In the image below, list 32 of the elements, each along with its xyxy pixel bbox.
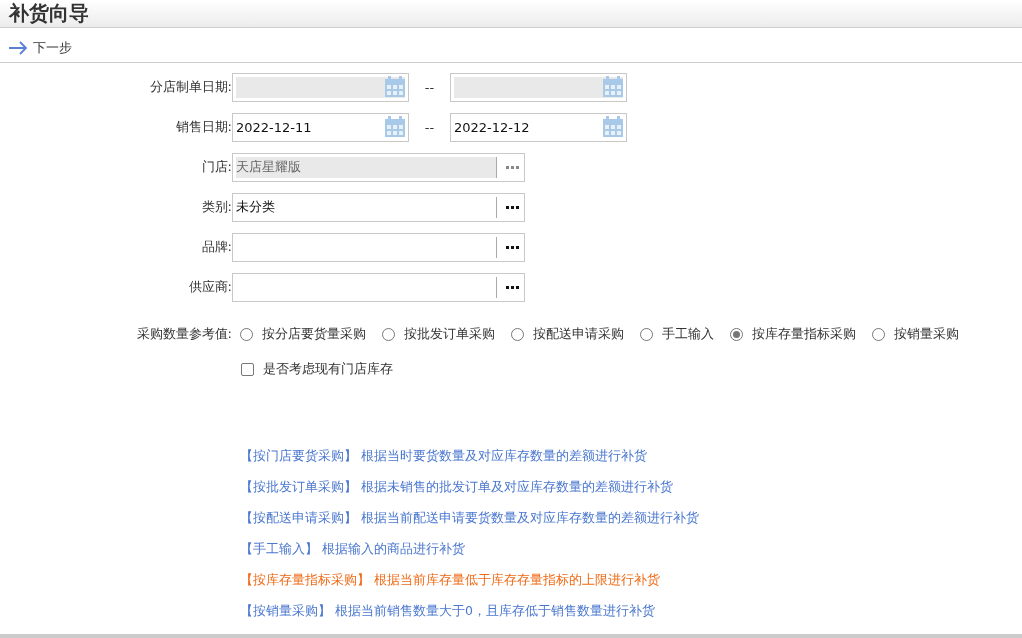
field-label: 供应商: (187, 278, 232, 297)
hint-text: 【按批发订单采购】 根据未销售的批发订单及对应库存数量的差额进行补货 (240, 479, 674, 497)
hint-text: 【按销量采购】 根据当前销售数量大于0，且库存低于销售数量进行补货 (240, 603, 656, 621)
radio-option[interactable]: 按批发订单采购 (382, 325, 495, 344)
date-field[interactable]: 2022-12-12 (450, 112, 627, 142)
hint-text: 【按门店要货采购】 根据当时要货数量及对应库存数量的差额进行补货 (240, 448, 648, 466)
hint-text: 【按配送申请采购】 根据当前配送申请要货数量及对应库存数量的差额进行补货 (240, 510, 700, 528)
field-label: 销售日期: (174, 118, 232, 137)
radio-option[interactable]: 手工输入 (640, 325, 714, 344)
hint-text: 【按库存量指标采购】 根据当前库存量低于库存存量指标的上限进行补货 (240, 572, 661, 590)
checkbox-option[interactable]: 是否考虑现有门店库存 (241, 360, 393, 379)
field-label: 采购数量参考值: (135, 325, 232, 344)
date-field[interactable]: 2022-12-11 (232, 112, 409, 142)
arrow-right-icon (8, 41, 28, 55)
hint-text: 【手工输入】 根据输入的商品进行补货 (240, 541, 466, 559)
field-label: 类别: (200, 198, 232, 217)
range-separator: -- (423, 79, 436, 95)
radio-option[interactable]: 按销量采购 (872, 325, 959, 344)
calendar-icon[interactable] (384, 116, 406, 139)
field-label: 品牌: (200, 238, 232, 257)
lookup-field[interactable] (232, 232, 525, 262)
radio-option[interactable]: 按配送申请采购 (511, 325, 624, 344)
radio-option[interactable]: 按分店要货量采购 (240, 325, 366, 344)
radio-option[interactable]: 按库存量指标采购 (730, 325, 856, 344)
lookup-field[interactable] (232, 272, 525, 302)
field-label: 分店制单日期: (148, 78, 232, 97)
field-label: 门店: (200, 158, 232, 177)
window-title: 补货向导 (9, 0, 89, 27)
lookup-field[interactable]: 未分类 (232, 192, 525, 222)
calendar-icon[interactable] (602, 116, 624, 139)
range-separator: -- (423, 119, 436, 135)
next-step-button[interactable]: 下一步 (8, 39, 72, 57)
